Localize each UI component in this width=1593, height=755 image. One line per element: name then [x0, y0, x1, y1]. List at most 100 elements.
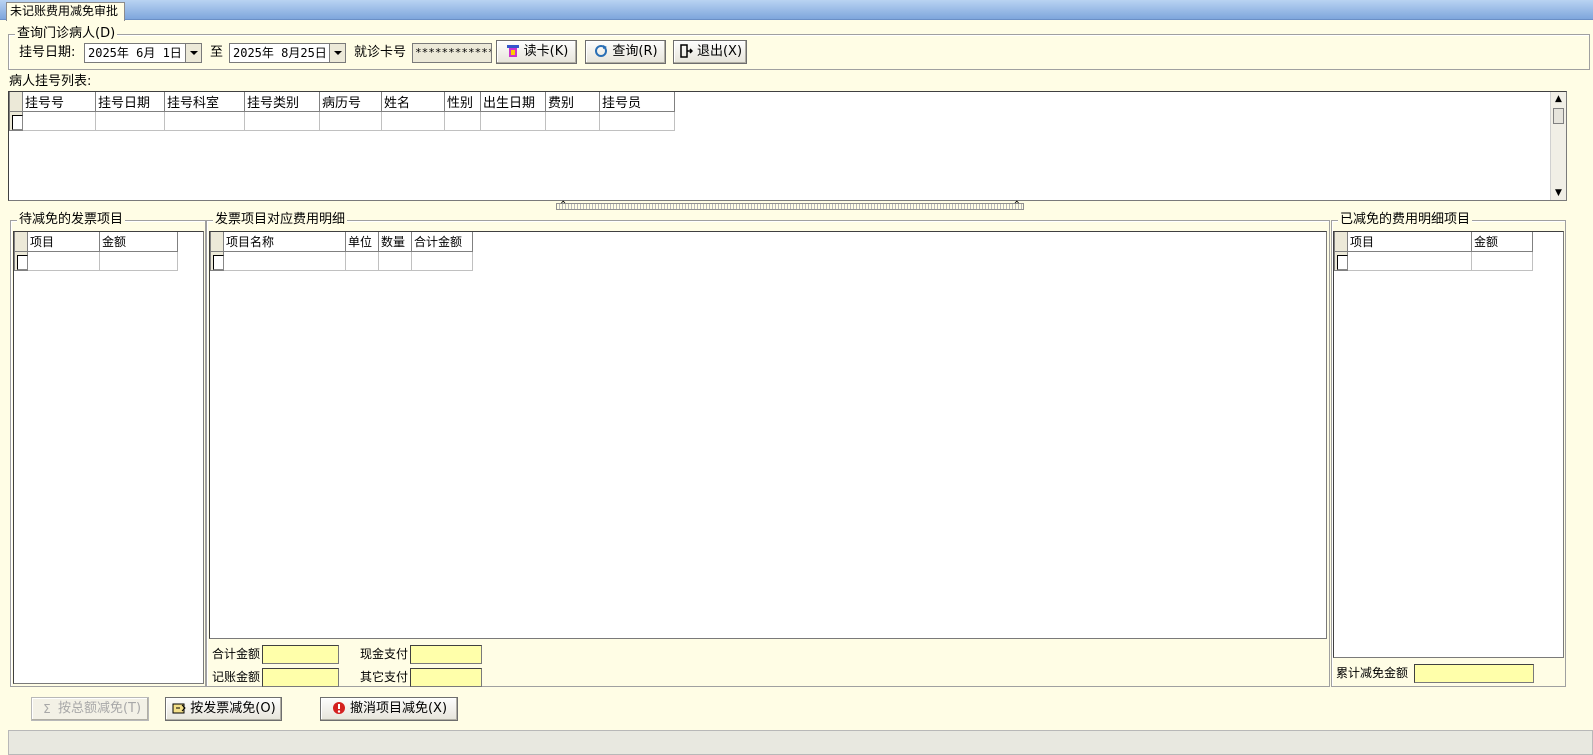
read-card-button[interactable]: 读卡(K) [496, 40, 577, 64]
column-header[interactable]: 费别 [545, 92, 600, 112]
table-cell[interactable] [319, 111, 382, 131]
table-cell[interactable] [27, 250, 100, 271]
cumulative-reduction-label: 累计减免金额 [1336, 666, 1409, 680]
account-amount-field [262, 668, 339, 687]
table-cell[interactable] [244, 111, 320, 131]
search-button[interactable]: 查询(R) [585, 40, 666, 64]
table-cell[interactable] [99, 250, 178, 271]
chevron-up-icon: ⌃ [1012, 200, 1021, 211]
scroll-up-icon[interactable]: ▲ [1551, 92, 1566, 106]
tab-main[interactable]: 未记账费用减免审批 [6, 2, 125, 21]
total-amount-label: 合计金额 [212, 647, 261, 661]
invoice-icon [171, 701, 187, 717]
table-row[interactable] [210, 250, 473, 271]
column-header[interactable]: 挂号号 [22, 92, 96, 112]
column-header[interactable]: 挂号类别 [244, 92, 320, 112]
table-cell[interactable] [381, 111, 445, 131]
table-row[interactable] [14, 250, 178, 271]
search-label: 查询(R) [612, 44, 658, 59]
reduced-items-header: 项目 金额 [1334, 232, 1533, 252]
patient-list-table: 挂号号 挂号日期 挂号科室 挂号类别 病历号 姓名 性别 出生日期 费别 挂号员 [9, 92, 675, 131]
table-cell[interactable] [545, 111, 600, 131]
table-row[interactable] [1334, 250, 1533, 271]
card-number-value: ************* [415, 46, 491, 59]
sigma-icon: Σ [43, 702, 51, 716]
cancel-reduction-label: 撤消项目减免(X) [349, 701, 448, 716]
row-indicator[interactable] [14, 250, 29, 271]
row-indicator-header [14, 232, 28, 252]
row-indicator[interactable] [210, 250, 225, 271]
patient-list-title: 病人挂号列表: [9, 74, 92, 89]
tab-strip [0, 0, 1593, 20]
row-indicator-header [210, 232, 224, 252]
scroll-down-icon[interactable]: ▼ [1551, 186, 1566, 200]
column-header[interactable]: 项目 [27, 232, 100, 252]
date-from-value: 2025年 6月 1日 [88, 46, 182, 60]
tab-main-label: 未记账费用减免审批 [10, 4, 119, 18]
column-header[interactable]: 项目 [1347, 232, 1472, 252]
column-header[interactable]: 姓名 [381, 92, 445, 112]
row-indicator[interactable] [9, 111, 24, 131]
column-header[interactable]: 合计金额 [411, 232, 473, 252]
column-header[interactable]: 数量 [378, 232, 412, 252]
row-indicator-header [9, 92, 23, 112]
reduce-by-invoice-label: 按发票减免(O) [190, 701, 276, 716]
table-cell[interactable] [444, 111, 481, 131]
cash-pay-field [410, 645, 482, 664]
pending-items-grid[interactable]: 项目 金额 [13, 231, 204, 684]
read-card-label: 读卡(K) [523, 44, 569, 59]
other-pay-label: 其它支付 [360, 670, 409, 684]
account-amount-label: 记账金额 [212, 670, 261, 684]
date-from-picker[interactable]: 2025年 6月 1日 [84, 43, 202, 63]
column-header[interactable]: 挂号日期 [95, 92, 165, 112]
column-header[interactable]: 单位 [345, 232, 379, 252]
exit-label: 退出(X) [696, 44, 743, 59]
pending-items-table: 项目 金额 [14, 232, 178, 271]
table-cell[interactable] [345, 250, 379, 271]
total-amount-field [262, 645, 339, 664]
card-label: 就诊卡号 [354, 45, 407, 60]
table-cell[interactable] [22, 111, 96, 131]
card-reader-icon [505, 44, 521, 60]
patient-list-grid[interactable]: 挂号号 挂号日期 挂号科室 挂号类别 病历号 姓名 性别 出生日期 费别 挂号员… [8, 91, 1567, 201]
reduced-items-title: 已减免的费用明细项目 [1338, 212, 1473, 228]
table-cell[interactable] [378, 250, 412, 271]
other-pay-field [410, 668, 482, 687]
table-cell[interactable] [1471, 250, 1533, 271]
reduced-items-grid[interactable]: 项目 金额 [1333, 231, 1564, 658]
reduce-by-total-button[interactable]: Σ 按总额减免(T) [31, 697, 149, 721]
column-header[interactable]: 性别 [444, 92, 481, 112]
column-header[interactable]: 金额 [99, 232, 178, 252]
cancel-icon [331, 701, 347, 717]
pending-items-header: 项目 金额 [14, 232, 178, 252]
scroll-thumb[interactable] [1553, 108, 1564, 124]
table-cell[interactable] [599, 111, 675, 131]
reduce-by-invoice-button[interactable]: 按发票减免(O) [165, 697, 282, 721]
table-cell[interactable] [164, 111, 245, 131]
invoice-detail-grid[interactable]: 项目名称 单位 数量 合计金额 [209, 231, 1327, 639]
row-indicator[interactable] [1334, 250, 1349, 271]
table-cell[interactable] [95, 111, 165, 131]
table-cell[interactable] [480, 111, 546, 131]
table-cell[interactable] [411, 250, 473, 271]
status-bar [8, 730, 1593, 755]
column-header[interactable]: 挂号员 [599, 92, 675, 112]
column-header[interactable]: 挂号科室 [164, 92, 245, 112]
panel-splitter[interactable]: ⌃ ⌃ [556, 200, 1024, 211]
table-cell[interactable] [1347, 250, 1472, 271]
date-to-dropdown-icon[interactable] [329, 44, 345, 62]
column-header[interactable]: 金额 [1471, 232, 1533, 252]
exit-button[interactable]: 退出(X) [673, 40, 747, 64]
chevron-up-icon: ⌃ [559, 200, 568, 211]
cancel-reduction-button[interactable]: 撤消项目减免(X) [320, 697, 458, 721]
card-number-field[interactable]: ************* [412, 43, 492, 63]
date-from-dropdown-icon[interactable] [185, 44, 201, 62]
date-to-picker[interactable]: 2025年 8月25日 [229, 43, 346, 63]
column-header[interactable]: 项目名称 [223, 232, 346, 252]
table-cell[interactable] [223, 250, 346, 271]
invoice-detail-table: 项目名称 单位 数量 合计金额 [210, 232, 473, 271]
table-row[interactable] [9, 111, 675, 131]
column-header[interactable]: 病历号 [319, 92, 382, 112]
patient-list-scrollbar[interactable]: ▲ ▼ [1550, 92, 1566, 200]
column-header[interactable]: 出生日期 [480, 92, 546, 112]
